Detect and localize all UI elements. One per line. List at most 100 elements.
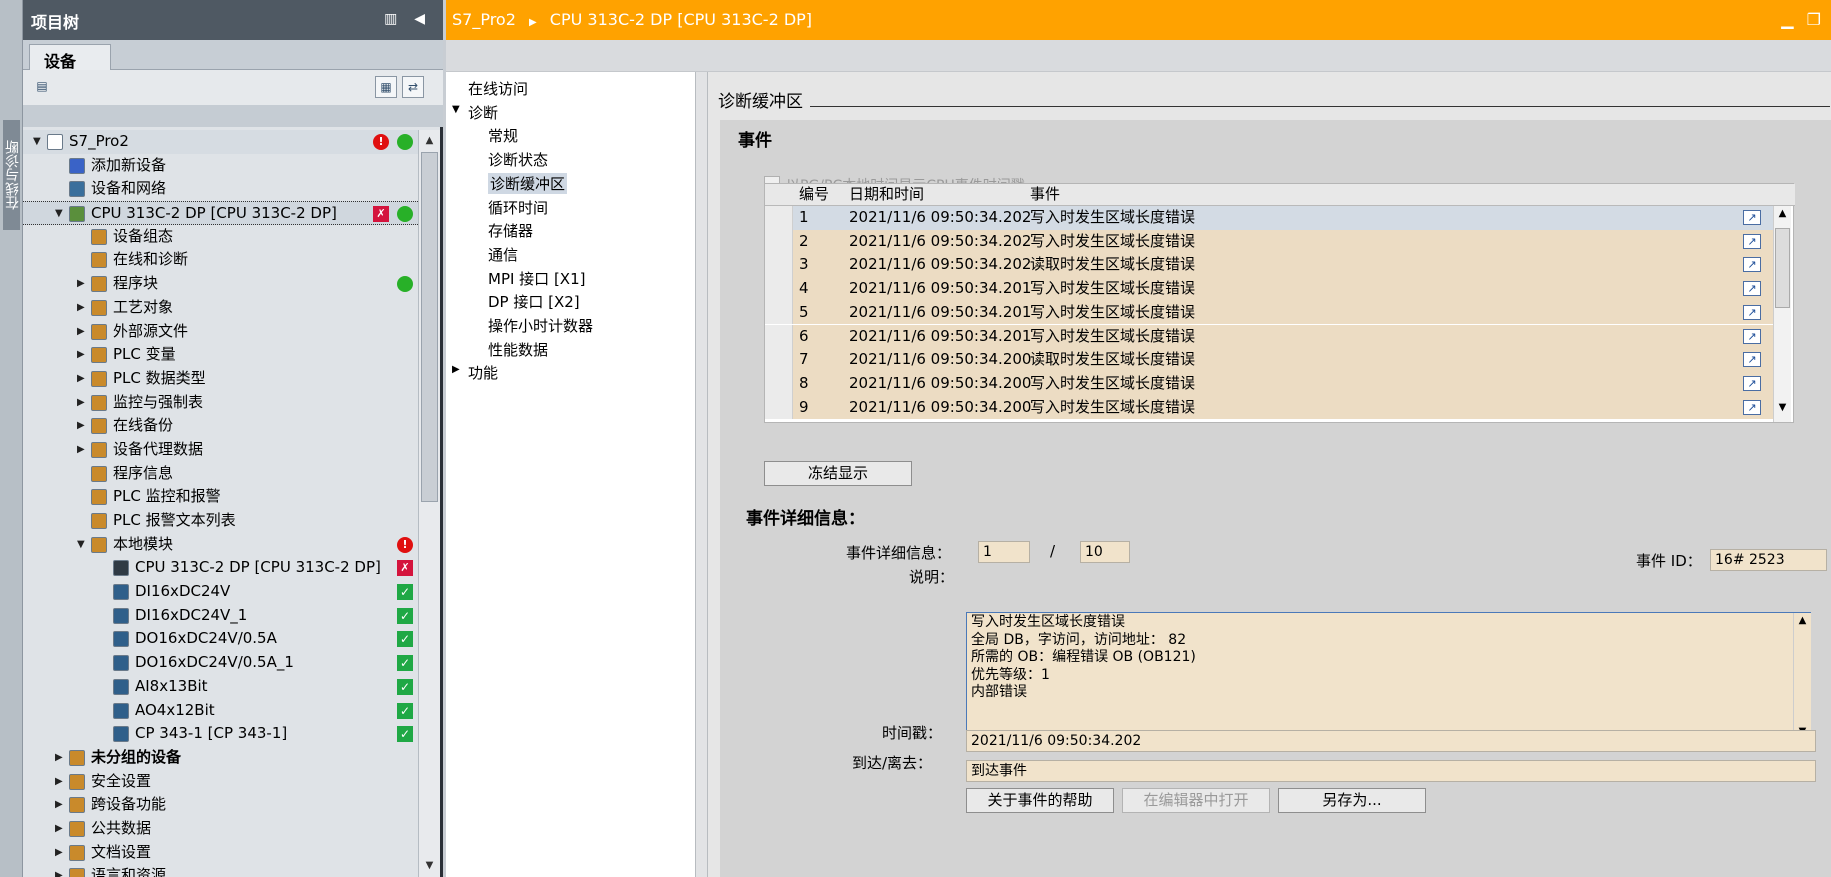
side-tab-online-diagnostics[interactable]: 在线与诊断 xyxy=(3,120,21,230)
tree-item[interactable]: 添加新设备 xyxy=(23,154,418,178)
tree-scrollbar[interactable]: ▲ ▼ xyxy=(418,130,440,877)
collapse-panel-icon[interactable]: ▥ ◀ xyxy=(384,11,431,27)
collapsed-arrow-icon[interactable]: ▶ xyxy=(77,414,89,437)
description-scrollbar[interactable]: ▲ ▼ xyxy=(1793,613,1811,746)
collapsed-arrow-icon[interactable]: ▶ xyxy=(77,296,89,319)
collapsed-arrow-icon[interactable]: ▶ xyxy=(452,364,460,375)
new-group-icon[interactable]: ▤ xyxy=(31,76,53,98)
nav-item[interactable]: 通信 xyxy=(488,244,518,265)
scroll-up-icon[interactable]: ▲ xyxy=(421,132,438,150)
tree-item[interactable]: ▶ 监控与强制表 xyxy=(23,391,418,415)
view-toggle-icon[interactable]: ▦ xyxy=(375,76,397,98)
tree-item[interactable]: ▶ PLC 变量 xyxy=(23,343,418,367)
table-scrollbar[interactable]: ▲ ▼ xyxy=(1773,206,1791,422)
nav-item[interactable]: MPI 接口 [X1] xyxy=(488,268,585,289)
tree-item[interactable]: AI8x13Bit ✓ xyxy=(23,675,418,699)
nav-item[interactable]: 常规 xyxy=(488,125,518,146)
desc-scroll-up-icon[interactable]: ▲ xyxy=(1795,615,1810,633)
collapsed-arrow-icon[interactable]: ▶ xyxy=(77,320,89,343)
open-detail-icon[interactable]: ↗ xyxy=(1743,233,1761,249)
table-row[interactable]: 5 2021/11/6 09:50:34.201 写入时发生区域长度错误 ↗ xyxy=(765,300,1773,325)
freeze-display-button[interactable]: 冻结显示 xyxy=(764,461,912,486)
tree-item[interactable]: ▶ 安全设置 xyxy=(23,770,418,794)
table-row[interactable]: 1 2021/11/6 09:50:34.202 写入时发生区域长度错误 ↗ xyxy=(765,206,1773,230)
nav-item[interactable]: 诊断缓冲区 xyxy=(488,172,568,194)
overview-icon[interactable]: ⇄ xyxy=(402,76,424,98)
tree-item[interactable]: ▼ CPU 313C-2 DP [CPU 313C-2 DP] ✗ xyxy=(23,201,418,225)
open-detail-icon[interactable]: ↗ xyxy=(1743,328,1761,344)
collapsed-arrow-icon[interactable]: ▶ xyxy=(77,438,89,461)
nav-item[interactable]: 循环时间 xyxy=(488,197,548,218)
tree-item[interactable]: CPU 313C-2 DP [CPU 313C-2 DP] ✗ xyxy=(23,556,418,580)
tree-item[interactable]: ▼ S7_Pro2! xyxy=(23,130,418,154)
collapsed-arrow-icon[interactable]: ▶ xyxy=(55,817,67,840)
tree-item[interactable]: ▶ PLC 数据类型 xyxy=(23,367,418,391)
collapsed-arrow-icon[interactable]: ▶ xyxy=(55,793,67,816)
tree-item[interactable]: DI16xDC24V_1 ✓ xyxy=(23,604,418,628)
open-detail-icon[interactable]: ↗ xyxy=(1743,399,1761,415)
nav-item[interactable]: 功能 xyxy=(468,362,498,383)
window-controls-icon[interactable]: ▁ ❐ xyxy=(1781,10,1825,29)
tree-item[interactable]: ▶ 设备代理数据 xyxy=(23,438,418,462)
tree-item[interactable]: ▶ 程序块 xyxy=(23,272,418,296)
tree-item[interactable]: ▶ 外部源文件 xyxy=(23,320,418,344)
tree-item[interactable]: 在线和诊断 xyxy=(23,248,418,272)
table-row[interactable]: 7 2021/11/6 09:50:34.200 读取时发生区域长度错误 ↗ xyxy=(765,348,1773,372)
splitter[interactable] xyxy=(696,72,708,877)
collapsed-arrow-icon[interactable]: ▶ xyxy=(55,864,67,877)
tree-item[interactable]: ▶ 语言和资源 xyxy=(23,864,418,877)
nav-item[interactable]: 诊断状态 xyxy=(488,149,548,170)
table-scroll-up-icon[interactable]: ▲ xyxy=(1775,208,1790,226)
open-detail-icon[interactable]: ↗ xyxy=(1743,375,1761,391)
nav-item[interactable]: 在线访问 xyxy=(468,78,528,99)
table-row[interactable]: 9 2021/11/6 09:50:34.200 写入时发生区域长度错误 ↗ xyxy=(765,395,1773,420)
tree-item[interactable]: AO4x12Bit ✓ xyxy=(23,699,418,723)
collapsed-arrow-icon[interactable]: ▶ xyxy=(77,367,89,390)
nav-item[interactable]: 操作小时计数器 xyxy=(488,315,593,336)
expanded-arrow-icon[interactable]: ▼ xyxy=(55,202,67,225)
tree-item[interactable]: PLC 监控和报警 xyxy=(23,485,418,509)
breadcrumb-project[interactable]: S7_Pro2 xyxy=(452,10,516,29)
tree-item[interactable]: 程序信息 xyxy=(23,462,418,486)
tree-item[interactable]: ▼ 本地模块! xyxy=(23,533,418,557)
expanded-arrow-icon[interactable]: ▼ xyxy=(77,533,89,556)
tree-item[interactable]: ▶ 工艺对象 xyxy=(23,296,418,320)
table-row[interactable]: 2 2021/11/6 09:50:34.202 写入时发生区域长度错误 ↗ xyxy=(765,229,1773,254)
col-datetime[interactable]: 日期和时间 xyxy=(849,184,924,205)
save-as-button[interactable]: 另存为... xyxy=(1278,788,1426,813)
tree-item[interactable]: ▶ 在线备份 xyxy=(23,414,418,438)
table-scroll-thumb[interactable] xyxy=(1775,228,1790,308)
open-detail-icon[interactable]: ↗ xyxy=(1743,281,1761,297)
table-row[interactable]: 3 2021/11/6 09:50:34.202 读取时发生区域长度错误 ↗ xyxy=(765,253,1773,278)
tree-item[interactable]: 设备和网络 xyxy=(23,177,418,201)
col-number[interactable]: 编号 xyxy=(799,184,829,205)
tree-item[interactable]: 设备组态 xyxy=(23,225,418,249)
nav-item[interactable]: 诊断 xyxy=(468,102,498,123)
tree-item[interactable]: DO16xDC24V/0.5A ✓ xyxy=(23,627,418,651)
scroll-down-icon[interactable]: ▼ xyxy=(421,857,438,875)
tree-item[interactable]: ▶ 未分组的设备 xyxy=(23,746,418,770)
collapsed-arrow-icon[interactable]: ▶ xyxy=(55,770,67,793)
collapsed-arrow-icon[interactable]: ▶ xyxy=(77,343,89,366)
nav-item[interactable]: DP 接口 [X2] xyxy=(488,291,580,312)
col-event[interactable]: 事件 xyxy=(1030,184,1060,205)
tree-item[interactable]: DI16xDC24V ✓ xyxy=(23,580,418,604)
open-in-editor-button[interactable]: 在编辑器中打开 xyxy=(1122,788,1270,813)
tab-devices[interactable]: 设备 xyxy=(29,44,111,71)
table-row[interactable]: 6 2021/11/6 09:50:34.201 写入时发生区域长度错误 ↗ xyxy=(765,324,1773,349)
tree-item[interactable]: ▶ 跨设备功能 xyxy=(23,793,418,817)
table-row[interactable]: 8 2021/11/6 09:50:34.200 写入时发生区域长度错误 ↗ xyxy=(765,371,1773,396)
collapsed-arrow-icon[interactable]: ▶ xyxy=(55,746,67,769)
tree-item[interactable]: ▶ 文档设置 xyxy=(23,841,418,865)
open-detail-icon[interactable]: ↗ xyxy=(1743,352,1761,368)
tree-item[interactable]: ▶ 公共数据 xyxy=(23,817,418,841)
tree-item[interactable]: DO16xDC24V/0.5A_1 ✓ xyxy=(23,651,418,675)
description-text[interactable]: 写入时发生区域长度错误 全局 DB，字访问，访问地址： 82 所需的 OB：编程… xyxy=(966,612,1811,747)
table-scroll-down-icon[interactable]: ▼ xyxy=(1775,402,1790,420)
collapsed-arrow-icon[interactable]: ▶ xyxy=(55,841,67,864)
nav-item[interactable]: 存储器 xyxy=(488,220,533,241)
expanded-arrow-icon[interactable]: ▼ xyxy=(452,104,460,115)
breadcrumb-cpu[interactable]: CPU 313C-2 DP [CPU 313C-2 DP] xyxy=(550,10,812,29)
table-row[interactable]: 4 2021/11/6 09:50:34.201 写入时发生区域长度错误 ↗ xyxy=(765,277,1773,301)
tree-item[interactable]: CP 343-1 [CP 343-1] ✓ xyxy=(23,722,418,746)
